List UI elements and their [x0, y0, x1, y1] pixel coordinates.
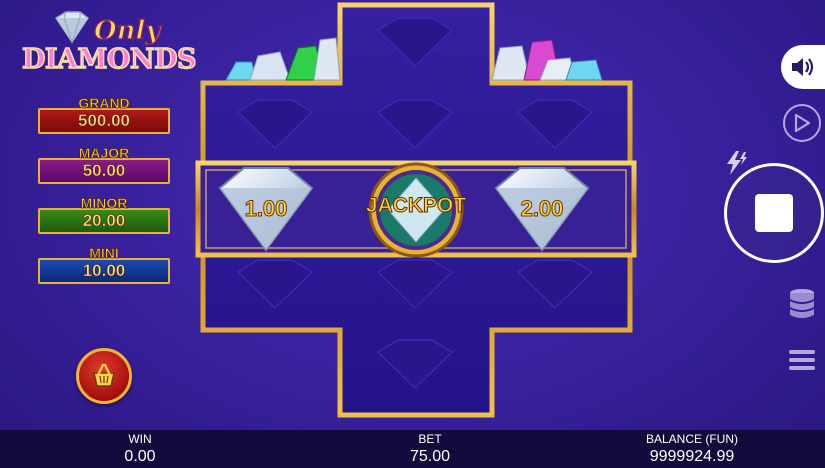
- speaker-icon: [792, 58, 814, 76]
- bet-display: BET 75.00: [360, 432, 500, 466]
- jackpot-minor-label: MINOR: [80, 195, 128, 212]
- sound-button[interactable]: [781, 45, 825, 89]
- game-board: 1.00 JACKPOT 2.00: [0, 0, 825, 430]
- status-bar: WIN 0.00 BET 75.00 BALANCE (FUN) 9999924…: [0, 430, 825, 468]
- jackpot-major-label: MAJOR: [78, 145, 130, 162]
- menu-button[interactable]: [788, 347, 816, 373]
- gem-pile-left: [225, 37, 341, 81]
- bet-label: BET: [418, 432, 442, 446]
- bet-settings-button[interactable]: [787, 287, 817, 319]
- balance-display: BALANCE (FUN) 9999924.99: [622, 432, 762, 466]
- balance-value: 9999924.99: [649, 448, 735, 465]
- win-value: 0.00: [124, 448, 156, 465]
- stop-icon: [755, 194, 793, 232]
- hamburger-icon: [789, 350, 815, 370]
- jackpot-grand-label: GRAND: [78, 95, 130, 112]
- coin-stack-icon: [790, 289, 814, 318]
- spin-stop-button[interactable]: [724, 163, 824, 263]
- autoplay-button[interactable]: [783, 104, 821, 142]
- jackpot-mini-label: MINI: [89, 245, 119, 262]
- diamond-1-value: 1.00: [244, 196, 288, 222]
- jackpot-symbol-label: JACKPOT: [365, 194, 467, 218]
- win-display: WIN 0.00: [70, 432, 210, 466]
- win-label: WIN: [128, 432, 152, 446]
- gem-pile-right: [491, 39, 603, 81]
- diamond-2-value: 2.00: [520, 196, 564, 222]
- bet-value: 75.00: [409, 448, 451, 465]
- play-circle-icon: [794, 114, 810, 132]
- balance-label: BALANCE (FUN): [645, 432, 738, 446]
